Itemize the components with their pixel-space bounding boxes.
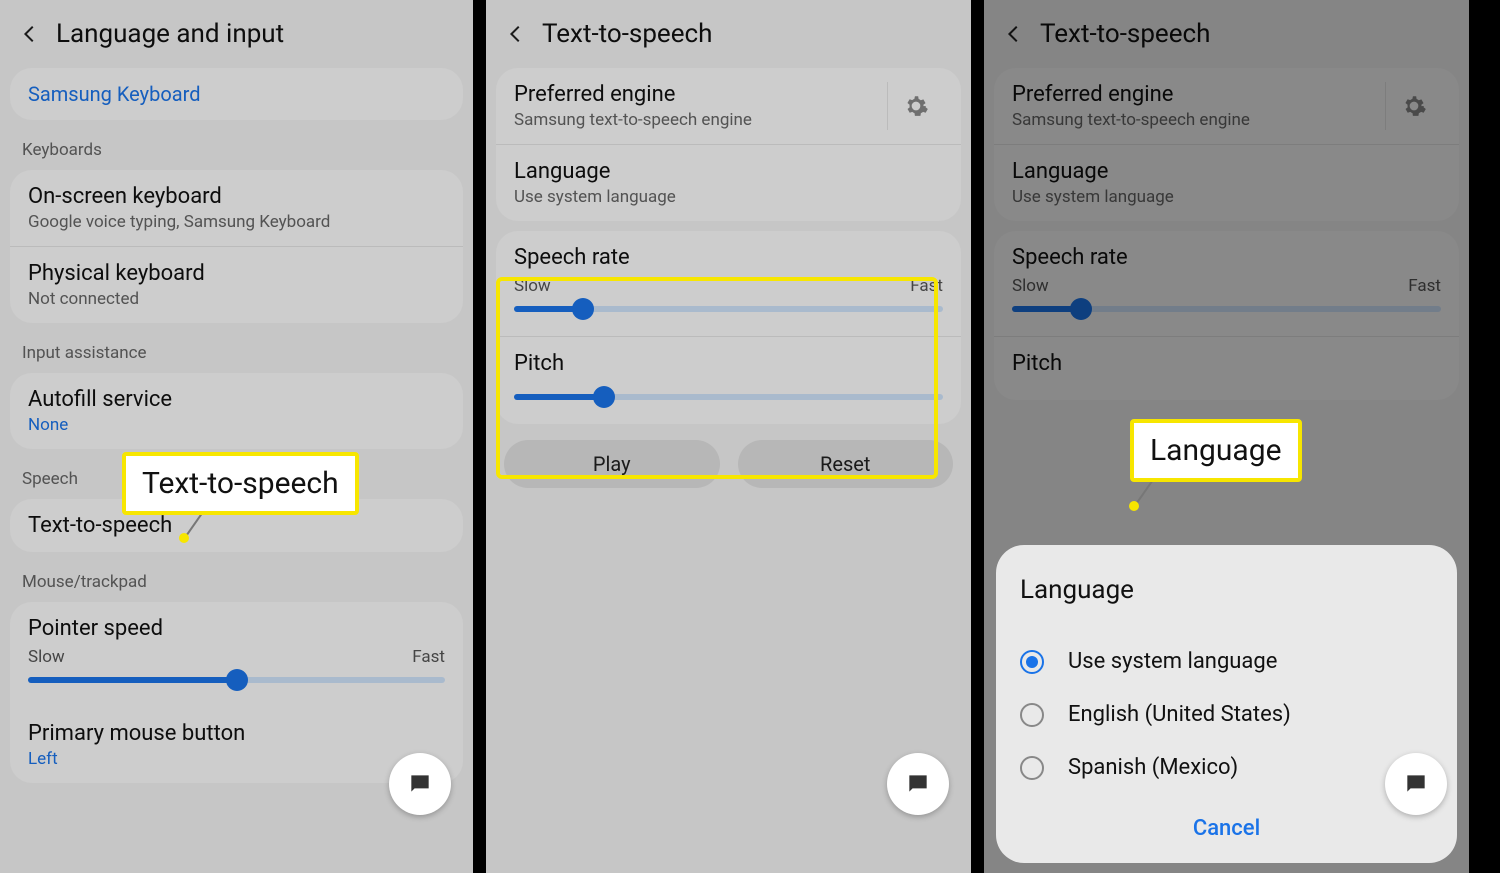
mouse-card: Pointer speed Slow Fast Primary mouse bu… bbox=[10, 602, 463, 783]
chat-fab[interactable] bbox=[887, 753, 949, 815]
page-title: Language and input bbox=[56, 19, 284, 49]
speech-rate-title: Speech rate bbox=[1012, 245, 1441, 270]
language-dialog: Language Use system language English (Un… bbox=[996, 545, 1457, 863]
speech-rate-row: Speech rate Slow Fast bbox=[496, 231, 961, 336]
screen-tts-dialog: Text-to-speech Preferred engine Samsung … bbox=[984, 0, 1469, 873]
language-title: Language bbox=[1012, 159, 1441, 184]
radio-icon bbox=[1020, 756, 1044, 780]
pitch-title: Pitch bbox=[514, 351, 943, 376]
language-row[interactable]: Language Use system language bbox=[994, 144, 1459, 221]
speech-rate-row: Speech rate Slow Fast bbox=[994, 231, 1459, 336]
reset-button[interactable]: Reset bbox=[738, 440, 954, 488]
gear-icon bbox=[903, 93, 929, 119]
play-button[interactable]: Play bbox=[504, 440, 720, 488]
pref-engine-title: Preferred engine bbox=[514, 82, 887, 107]
screen-tts: Text-to-speech Preferred engine Samsung … bbox=[486, 0, 971, 873]
autofill-row[interactable]: Autofill service None bbox=[10, 373, 463, 449]
section-mouse: Mouse/trackpad bbox=[0, 562, 473, 602]
language-sub: Use system language bbox=[1012, 187, 1441, 207]
header: Text-to-speech bbox=[984, 0, 1469, 68]
radio-use-system[interactable]: Use system language bbox=[1020, 635, 1433, 688]
pitch-row: Pitch bbox=[496, 336, 961, 424]
page-title: Text-to-speech bbox=[1040, 19, 1210, 49]
button-row: Play Reset bbox=[486, 434, 971, 506]
rate-fast-label: Fast bbox=[1408, 276, 1441, 296]
onscreen-title: On-screen keyboard bbox=[28, 184, 445, 209]
preferred-engine-row[interactable]: Preferred engine Samsung text-to-speech … bbox=[496, 68, 961, 144]
section-keyboards: Keyboards bbox=[0, 130, 473, 170]
language-sub: Use system language bbox=[514, 187, 943, 207]
pointer-speed-row: Pointer speed Slow Fast bbox=[10, 602, 463, 707]
language-row[interactable]: Language Use system language bbox=[496, 144, 961, 221]
back-button[interactable] bbox=[496, 14, 536, 54]
radio-icon bbox=[1020, 650, 1044, 674]
engine-settings-button[interactable] bbox=[1385, 82, 1441, 130]
speech-rate-slider[interactable] bbox=[514, 306, 943, 312]
rate-fast-label: Fast bbox=[910, 276, 943, 296]
rate-pitch-card: Speech rate Slow Fast Pitch bbox=[496, 231, 961, 424]
preferred-engine-row[interactable]: Preferred engine Samsung text-to-speech … bbox=[994, 68, 1459, 144]
onscreen-sub: Google voice typing, Samsung Keyboard bbox=[28, 212, 445, 232]
back-button[interactable] bbox=[994, 14, 1034, 54]
rate-slow-label: Slow bbox=[1012, 276, 1049, 296]
pitch-slider[interactable] bbox=[514, 394, 943, 400]
cancel-button[interactable]: Cancel bbox=[1020, 816, 1433, 841]
rate-pitch-card: Speech rate Slow Fast Pitch bbox=[994, 231, 1459, 400]
autofill-sub: None bbox=[28, 415, 445, 435]
language-title: Language bbox=[514, 159, 943, 184]
chat-fab[interactable] bbox=[389, 753, 451, 815]
physical-title: Physical keyboard bbox=[28, 261, 445, 286]
radio-label: Use system language bbox=[1068, 649, 1277, 674]
physical-sub: Not connected bbox=[28, 289, 445, 309]
tts-title: Text-to-speech bbox=[28, 513, 445, 538]
pointer-title: Pointer speed bbox=[28, 616, 445, 641]
engine-card: Preferred engine Samsung text-to-speech … bbox=[496, 68, 961, 221]
tts-row[interactable]: Text-to-speech bbox=[10, 499, 463, 552]
pref-engine-sub: Samsung text-to-speech engine bbox=[1012, 110, 1385, 130]
pointer-slider[interactable] bbox=[28, 677, 445, 683]
radio-spanish-mx[interactable]: Spanish (Mexico) bbox=[1020, 741, 1433, 794]
rate-slow-label: Slow bbox=[514, 276, 551, 296]
samsung-keyboard-link[interactable]: Samsung Keyboard bbox=[10, 68, 463, 120]
autofill-title: Autofill service bbox=[28, 387, 445, 412]
pref-engine-sub: Samsung text-to-speech engine bbox=[514, 110, 887, 130]
pointer-fast-label: Fast bbox=[412, 647, 445, 667]
page-title: Text-to-speech bbox=[542, 19, 712, 49]
radio-label: Spanish (Mexico) bbox=[1068, 755, 1238, 780]
engine-settings-button[interactable] bbox=[887, 82, 943, 130]
engine-card: Preferred engine Samsung text-to-speech … bbox=[994, 68, 1459, 221]
primary-sub: Left bbox=[28, 749, 445, 769]
pitch-row: Pitch bbox=[994, 336, 1459, 400]
radio-english-us[interactable]: English (United States) bbox=[1020, 688, 1433, 741]
autofill-card: Autofill service None bbox=[10, 373, 463, 449]
header: Language and input bbox=[0, 0, 473, 68]
section-speech: Speech bbox=[0, 459, 473, 499]
radio-label: English (United States) bbox=[1068, 702, 1291, 727]
pitch-title: Pitch bbox=[1012, 351, 1441, 376]
physical-keyboard-row[interactable]: Physical keyboard Not connected bbox=[10, 246, 463, 323]
primary-title: Primary mouse button bbox=[28, 721, 445, 746]
gear-icon bbox=[1401, 93, 1427, 119]
header: Text-to-speech bbox=[486, 0, 971, 68]
speech-rate-slider[interactable] bbox=[1012, 306, 1441, 312]
chat-fab[interactable] bbox=[1385, 753, 1447, 815]
onscreen-keyboard-row[interactable]: On-screen keyboard Google voice typing, … bbox=[10, 170, 463, 246]
back-button[interactable] bbox=[10, 14, 50, 54]
radio-icon bbox=[1020, 703, 1044, 727]
speech-card: Text-to-speech bbox=[10, 499, 463, 552]
pref-engine-title: Preferred engine bbox=[1012, 82, 1385, 107]
screen-language-input: Language and input Samsung Keyboard Keyb… bbox=[0, 0, 473, 873]
dialog-title: Language bbox=[1020, 575, 1433, 605]
section-input-assist: Input assistance bbox=[0, 333, 473, 373]
pointer-slow-label: Slow bbox=[28, 647, 65, 667]
speech-rate-title: Speech rate bbox=[514, 245, 943, 270]
keyboards-card: On-screen keyboard Google voice typing, … bbox=[10, 170, 463, 323]
